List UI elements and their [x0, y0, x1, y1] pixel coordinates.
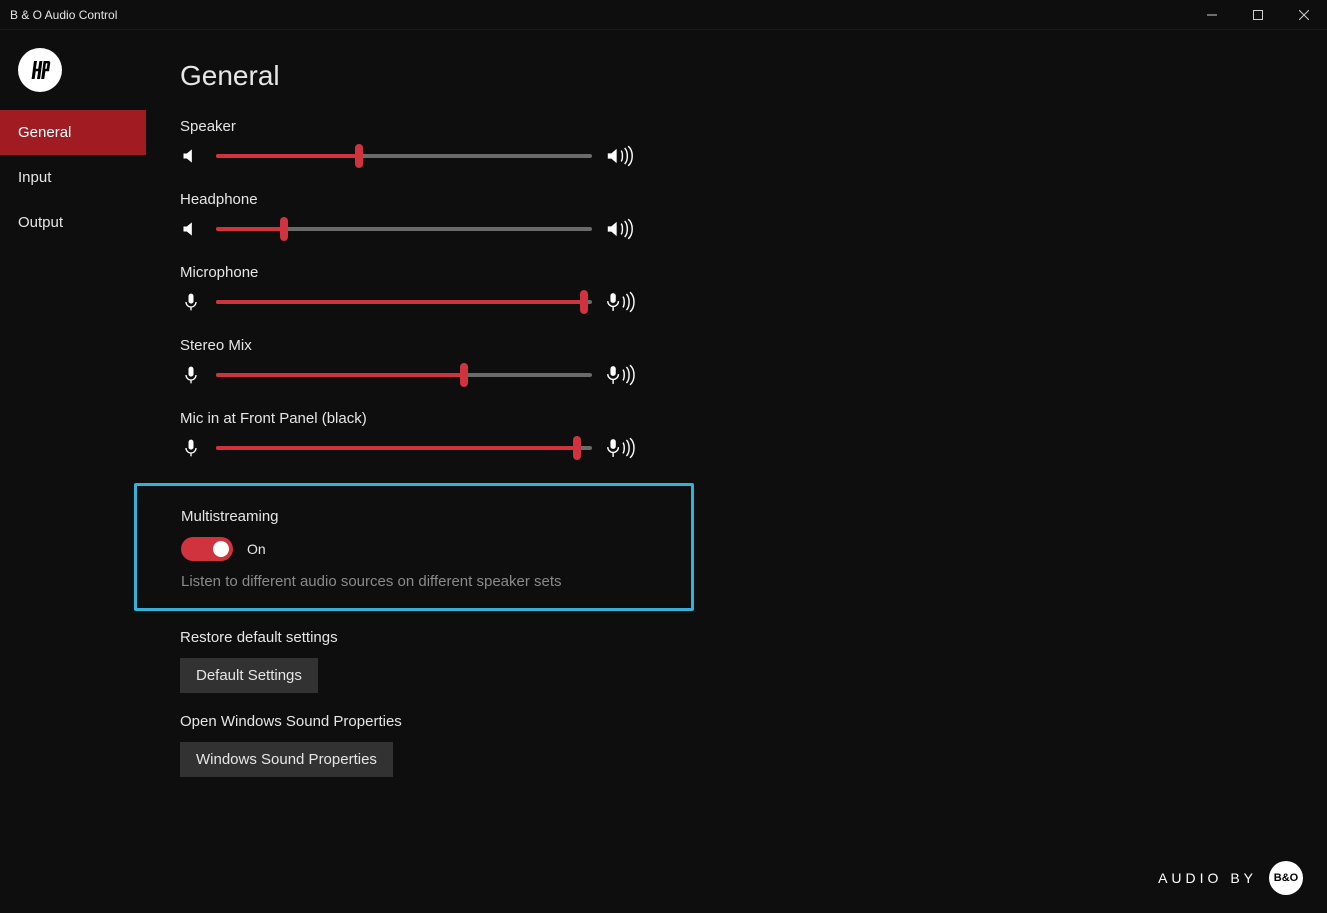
slider-label: Microphone: [180, 264, 640, 281]
default-settings-button[interactable]: Default Settings: [180, 658, 318, 693]
mic-waves-icon: [606, 364, 640, 386]
window-title: B & O Audio Control: [10, 8, 117, 22]
content: General Speaker Headphone Microphone Stereo…: [146, 30, 1327, 913]
multistreaming-state: On: [247, 541, 266, 557]
page-title: General: [180, 60, 1327, 92]
restore-section: Restore default settings Default Setting…: [180, 629, 1327, 693]
minimize-button[interactable]: [1189, 0, 1235, 30]
sound-properties-section: Open Windows Sound Properties Windows So…: [180, 713, 1327, 777]
slider-thumb[interactable]: [280, 217, 288, 241]
multistreaming-panel: Multistreaming On Listen to different au…: [134, 483, 694, 611]
sidebar-item-input[interactable]: Input: [0, 155, 146, 200]
maximize-button[interactable]: [1235, 0, 1281, 30]
footer-text: AUDIO BY: [1158, 870, 1257, 886]
slider-track[interactable]: [216, 227, 592, 231]
bang-olufsen-logo-icon: B&O: [1269, 861, 1303, 895]
slider-thumb[interactable]: [460, 363, 468, 387]
slider-thumb[interactable]: [355, 144, 363, 168]
slider-label: Headphone: [180, 191, 640, 208]
sidebar-item-general[interactable]: General: [0, 110, 146, 155]
sidebar: General Input Output: [0, 30, 146, 913]
sidebar-item-output[interactable]: Output: [0, 200, 146, 245]
slider-label: Speaker: [180, 118, 640, 135]
sidebar-item-label: General: [18, 124, 71, 141]
windows-sound-properties-button[interactable]: Windows Sound Properties: [180, 742, 393, 777]
multistreaming-title: Multistreaming: [181, 508, 663, 525]
slider-thumb[interactable]: [573, 436, 581, 460]
speaker-waves-icon: [606, 145, 640, 167]
slider-label: Mic in at Front Panel (black): [180, 410, 640, 427]
slider-track[interactable]: [216, 373, 592, 377]
slider-microphone: Microphone: [180, 264, 640, 313]
slider-track[interactable]: [216, 446, 592, 450]
titlebar: B & O Audio Control: [0, 0, 1327, 30]
speaker-icon: [180, 218, 202, 240]
speaker-waves-icon: [606, 218, 640, 240]
mic-icon: [180, 437, 202, 459]
speaker-icon: [180, 145, 202, 167]
mic-waves-icon: [606, 437, 640, 459]
multistreaming-toggle[interactable]: [181, 537, 233, 561]
hp-logo: [18, 48, 62, 92]
toggle-knob: [213, 541, 229, 557]
slider-mic-in-at-front-panel-black-: Mic in at Front Panel (black): [180, 410, 640, 459]
close-button[interactable]: [1281, 0, 1327, 30]
slider-headphone: Headphone: [180, 191, 640, 240]
slider-speaker: Speaker: [180, 118, 640, 167]
slider-track[interactable]: [216, 154, 592, 158]
mic-icon: [180, 291, 202, 313]
mic-icon: [180, 364, 202, 386]
sidebar-item-label: Input: [18, 169, 51, 186]
slider-label: Stereo Mix: [180, 337, 640, 354]
multistreaming-description: Listen to different audio sources on dif…: [181, 573, 663, 590]
mic-waves-icon: [606, 291, 640, 313]
footer-brand: AUDIO BY B&O: [1158, 861, 1303, 895]
restore-title: Restore default settings: [180, 629, 1327, 646]
slider-track[interactable]: [216, 300, 592, 304]
slider-thumb[interactable]: [580, 290, 588, 314]
slider-stereo-mix: Stereo Mix: [180, 337, 640, 386]
sidebar-item-label: Output: [18, 214, 63, 231]
sound-properties-title: Open Windows Sound Properties: [180, 713, 1327, 730]
